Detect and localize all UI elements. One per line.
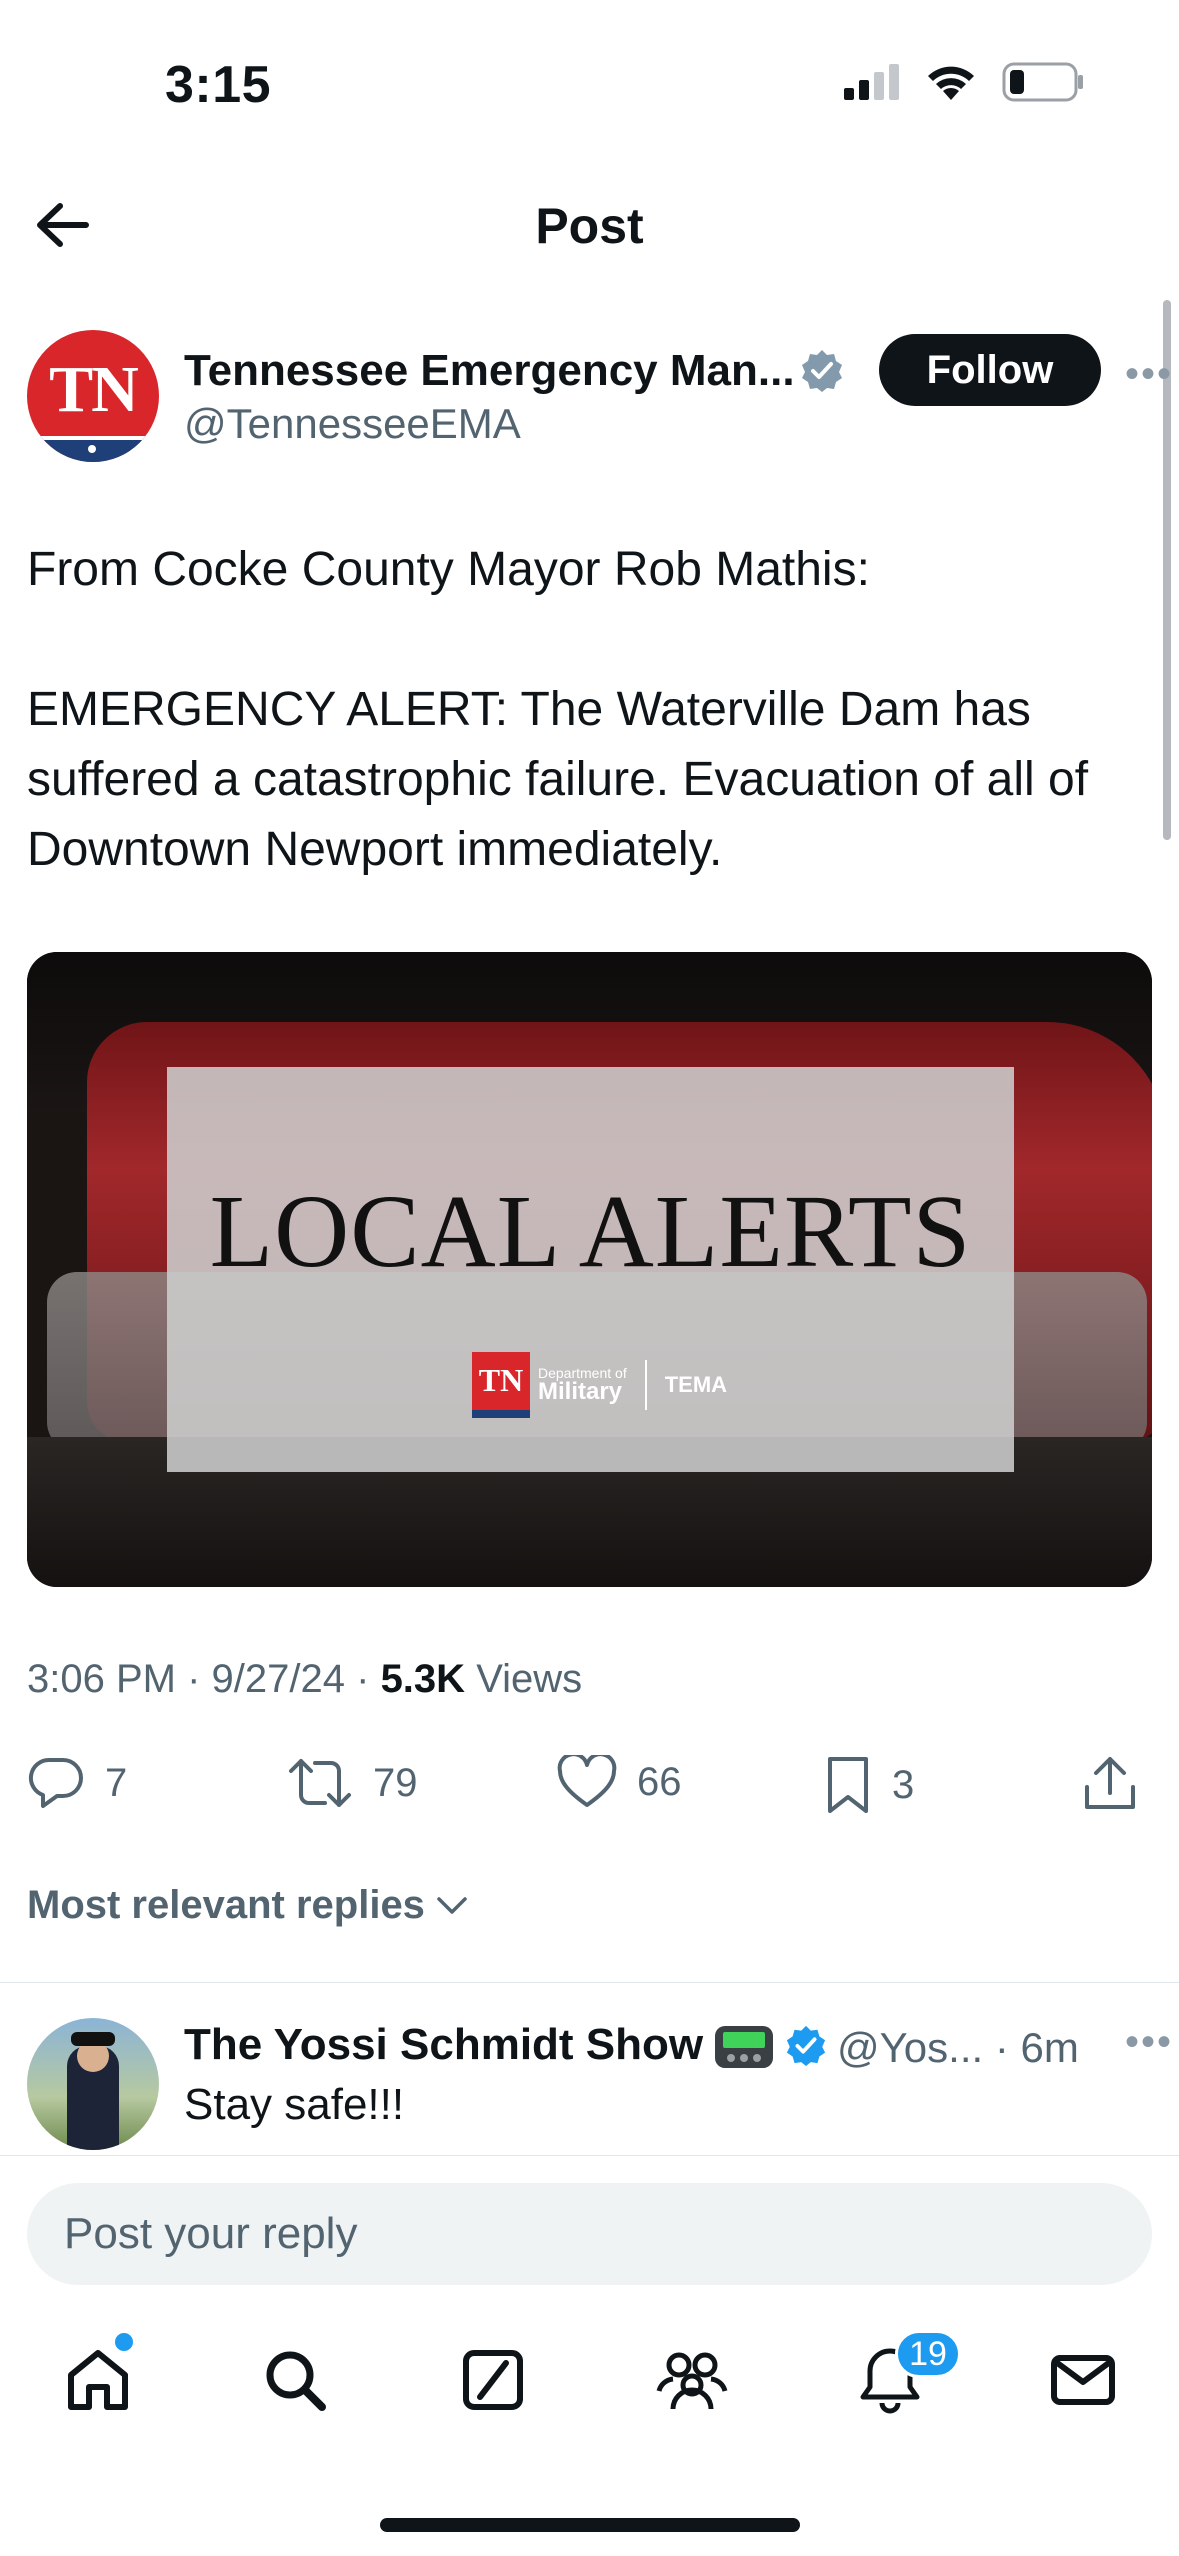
- pager-emoji-icon: [715, 2026, 773, 2068]
- home-icon: [68, 2350, 128, 2410]
- heart-icon: [557, 1755, 617, 1807]
- post-meta: 3:06 PM · 9/27/24 · 5.3K Views: [27, 1657, 583, 1701]
- bookmark-count: 3: [892, 1762, 915, 1807]
- wifi-icon: [928, 66, 974, 100]
- tab-grok[interactable]: [453, 2340, 533, 2420]
- image-overlay-panel: LOCAL ALERTS TN Department of Military T…: [167, 1067, 1014, 1472]
- like-count: 66: [637, 1759, 682, 1804]
- tab-search[interactable]: [255, 2340, 335, 2420]
- replies-sort-dropdown[interactable]: Most relevant replies: [27, 1883, 469, 1928]
- share-action[interactable]: [1082, 1755, 1138, 1813]
- author-avatar[interactable]: TN: [27, 330, 159, 462]
- replies-sort-label: Most relevant replies: [27, 1883, 425, 1927]
- reply-handle-time[interactable]: @Yos... · 6m: [837, 2024, 1079, 2072]
- divider: [0, 1982, 1179, 1983]
- chevron-down-icon: [437, 1896, 467, 1914]
- status-icons: [844, 62, 1084, 102]
- views-count[interactable]: 5.3K: [381, 1657, 466, 1701]
- communities-icon: [656, 2352, 728, 2410]
- reply-input[interactable]: [64, 2183, 1114, 2285]
- like-action[interactable]: 66: [557, 1755, 682, 1809]
- tab-communities[interactable]: [652, 2340, 732, 2420]
- post-author-row: TN Tennessee Emergency Man... @Tennessee…: [27, 330, 1171, 470]
- status-bar: 3:15: [0, 0, 1179, 150]
- tab-messages[interactable]: [1043, 2340, 1123, 2420]
- post-time: 3:06 PM: [27, 1657, 176, 1701]
- notifications-badge: 19: [895, 2330, 961, 2378]
- logo-tema: TEMA: [664, 1372, 728, 1397]
- share-icon: [1085, 1757, 1135, 1809]
- reply-composer[interactable]: [27, 2183, 1152, 2285]
- logo-dept-big: Military: [538, 1378, 623, 1405]
- reply-more-options-icon[interactable]: •••: [1125, 2020, 1173, 2065]
- author-name[interactable]: Tennessee Emergency Man...: [184, 346, 795, 396]
- reply-text: Stay safe!!!: [184, 2080, 405, 2129]
- bookmark-action[interactable]: 3: [824, 1755, 914, 1815]
- reply-item[interactable]: The Yossi Schmidt Show @Yos... · 6m ••• …: [27, 2018, 1171, 2153]
- follow-button[interactable]: Follow: [879, 334, 1101, 406]
- gray-verified-badge-icon[interactable]: [800, 348, 844, 392]
- author-handle[interactable]: @TennesseeEMA: [184, 400, 521, 448]
- battery-icon: [1002, 62, 1083, 102]
- avatar-logo-dot: [88, 445, 96, 453]
- bookmark-icon: [828, 1757, 868, 1813]
- tab-home[interactable]: [58, 2340, 138, 2420]
- avatar-logo-text: TN: [49, 353, 139, 426]
- grok-icon: [463, 2350, 523, 2410]
- reply-icon: [28, 1757, 83, 1808]
- tn-logo: TN: [472, 1352, 530, 1418]
- home-new-dot: [115, 2333, 133, 2351]
- repost-icon: [289, 1759, 351, 1807]
- blue-verified-badge-icon[interactable]: [785, 2024, 827, 2066]
- cellular-signal-icon: [844, 64, 899, 100]
- post-text-line: From Cocke County Mayor Rob Mathis:: [27, 543, 870, 596]
- divider: [0, 2155, 1179, 2156]
- post-date: 9/27/24: [211, 1657, 345, 1701]
- page-title: Post: [535, 198, 644, 254]
- more-options-icon[interactable]: •••: [1125, 352, 1173, 397]
- post-text: From Cocke County Mayor Rob Mathis: EMER…: [27, 535, 1147, 885]
- mail-icon: [1051, 2355, 1115, 2405]
- post-image[interactable]: LOCAL ALERTS TN Department of Military T…: [27, 952, 1152, 1587]
- top-header: Post: [0, 175, 1179, 275]
- status-time: 3:15: [165, 56, 272, 114]
- views-label: Views: [476, 1657, 583, 1701]
- repost-count: 79: [373, 1760, 418, 1805]
- post-text-line: EMERGENCY ALERT: The Waterville Dam has …: [27, 683, 1089, 876]
- post-actions: 7 79 66 3: [27, 1755, 1152, 1825]
- reply-author-name[interactable]: The Yossi Schmidt Show: [184, 2020, 703, 2070]
- reply-action[interactable]: 7: [27, 1755, 127, 1811]
- home-indicator[interactable]: [380, 2518, 800, 2532]
- reply-count: 7: [105, 1760, 128, 1805]
- search-icon: [266, 2351, 326, 2411]
- bottom-tab-bar: [0, 2320, 1179, 2440]
- image-logo: TN Department of Military TEMA: [472, 1352, 727, 1418]
- reply-avatar[interactable]: [27, 2018, 159, 2150]
- image-title: LOCAL ALERTS: [209, 1174, 972, 1289]
- repost-action[interactable]: 79: [287, 1755, 418, 1811]
